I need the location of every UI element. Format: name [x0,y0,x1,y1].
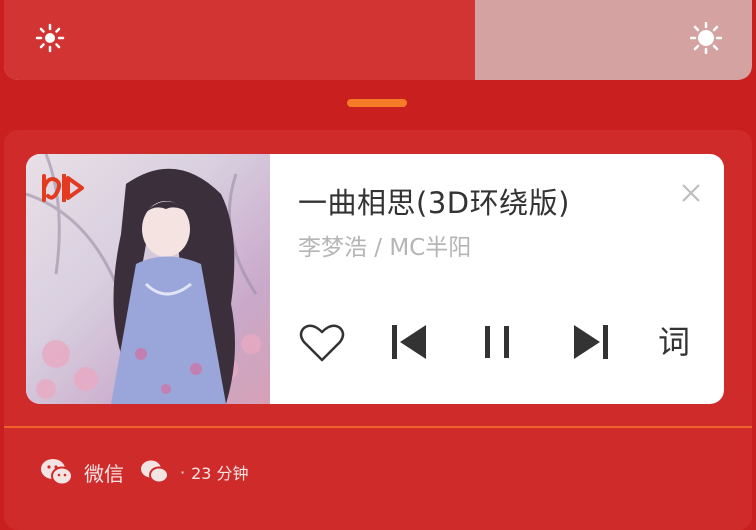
chat-bubbles-icon [141,460,169,484]
notification-app-name: 微信 [84,461,124,486]
song-artist: 李梦浩 / MC半阳 [298,235,472,261]
divider [4,426,752,428]
wechat-icon [41,459,73,486]
wechat-notification-header[interactable]: 微信 · 23 分钟 [40,455,249,489]
drag-handle[interactable] [347,99,407,107]
pause-icon[interactable] [480,320,516,364]
heart-icon[interactable] [298,320,346,364]
close-icon[interactable] [680,182,702,204]
notification-time: 23 分钟 [191,464,249,483]
skip-previous-icon[interactable] [388,320,430,364]
album-cover[interactable] [26,154,270,404]
music-app-logo-icon [42,174,84,202]
sun-small-icon [35,23,65,53]
lyrics-button[interactable]: 词 [658,320,690,364]
brightness-slider-fill [4,0,476,80]
song-title: 一曲相思(3D环绕版) [298,186,570,220]
skip-next-icon[interactable] [570,320,612,364]
brightness-slider[interactable] [4,0,752,80]
notification-separator: · [180,462,186,482]
sun-large-icon [690,22,722,54]
music-player-card[interactable]: 一曲相思(3D环绕版) 李梦浩 / MC半阳 词 [26,154,724,404]
